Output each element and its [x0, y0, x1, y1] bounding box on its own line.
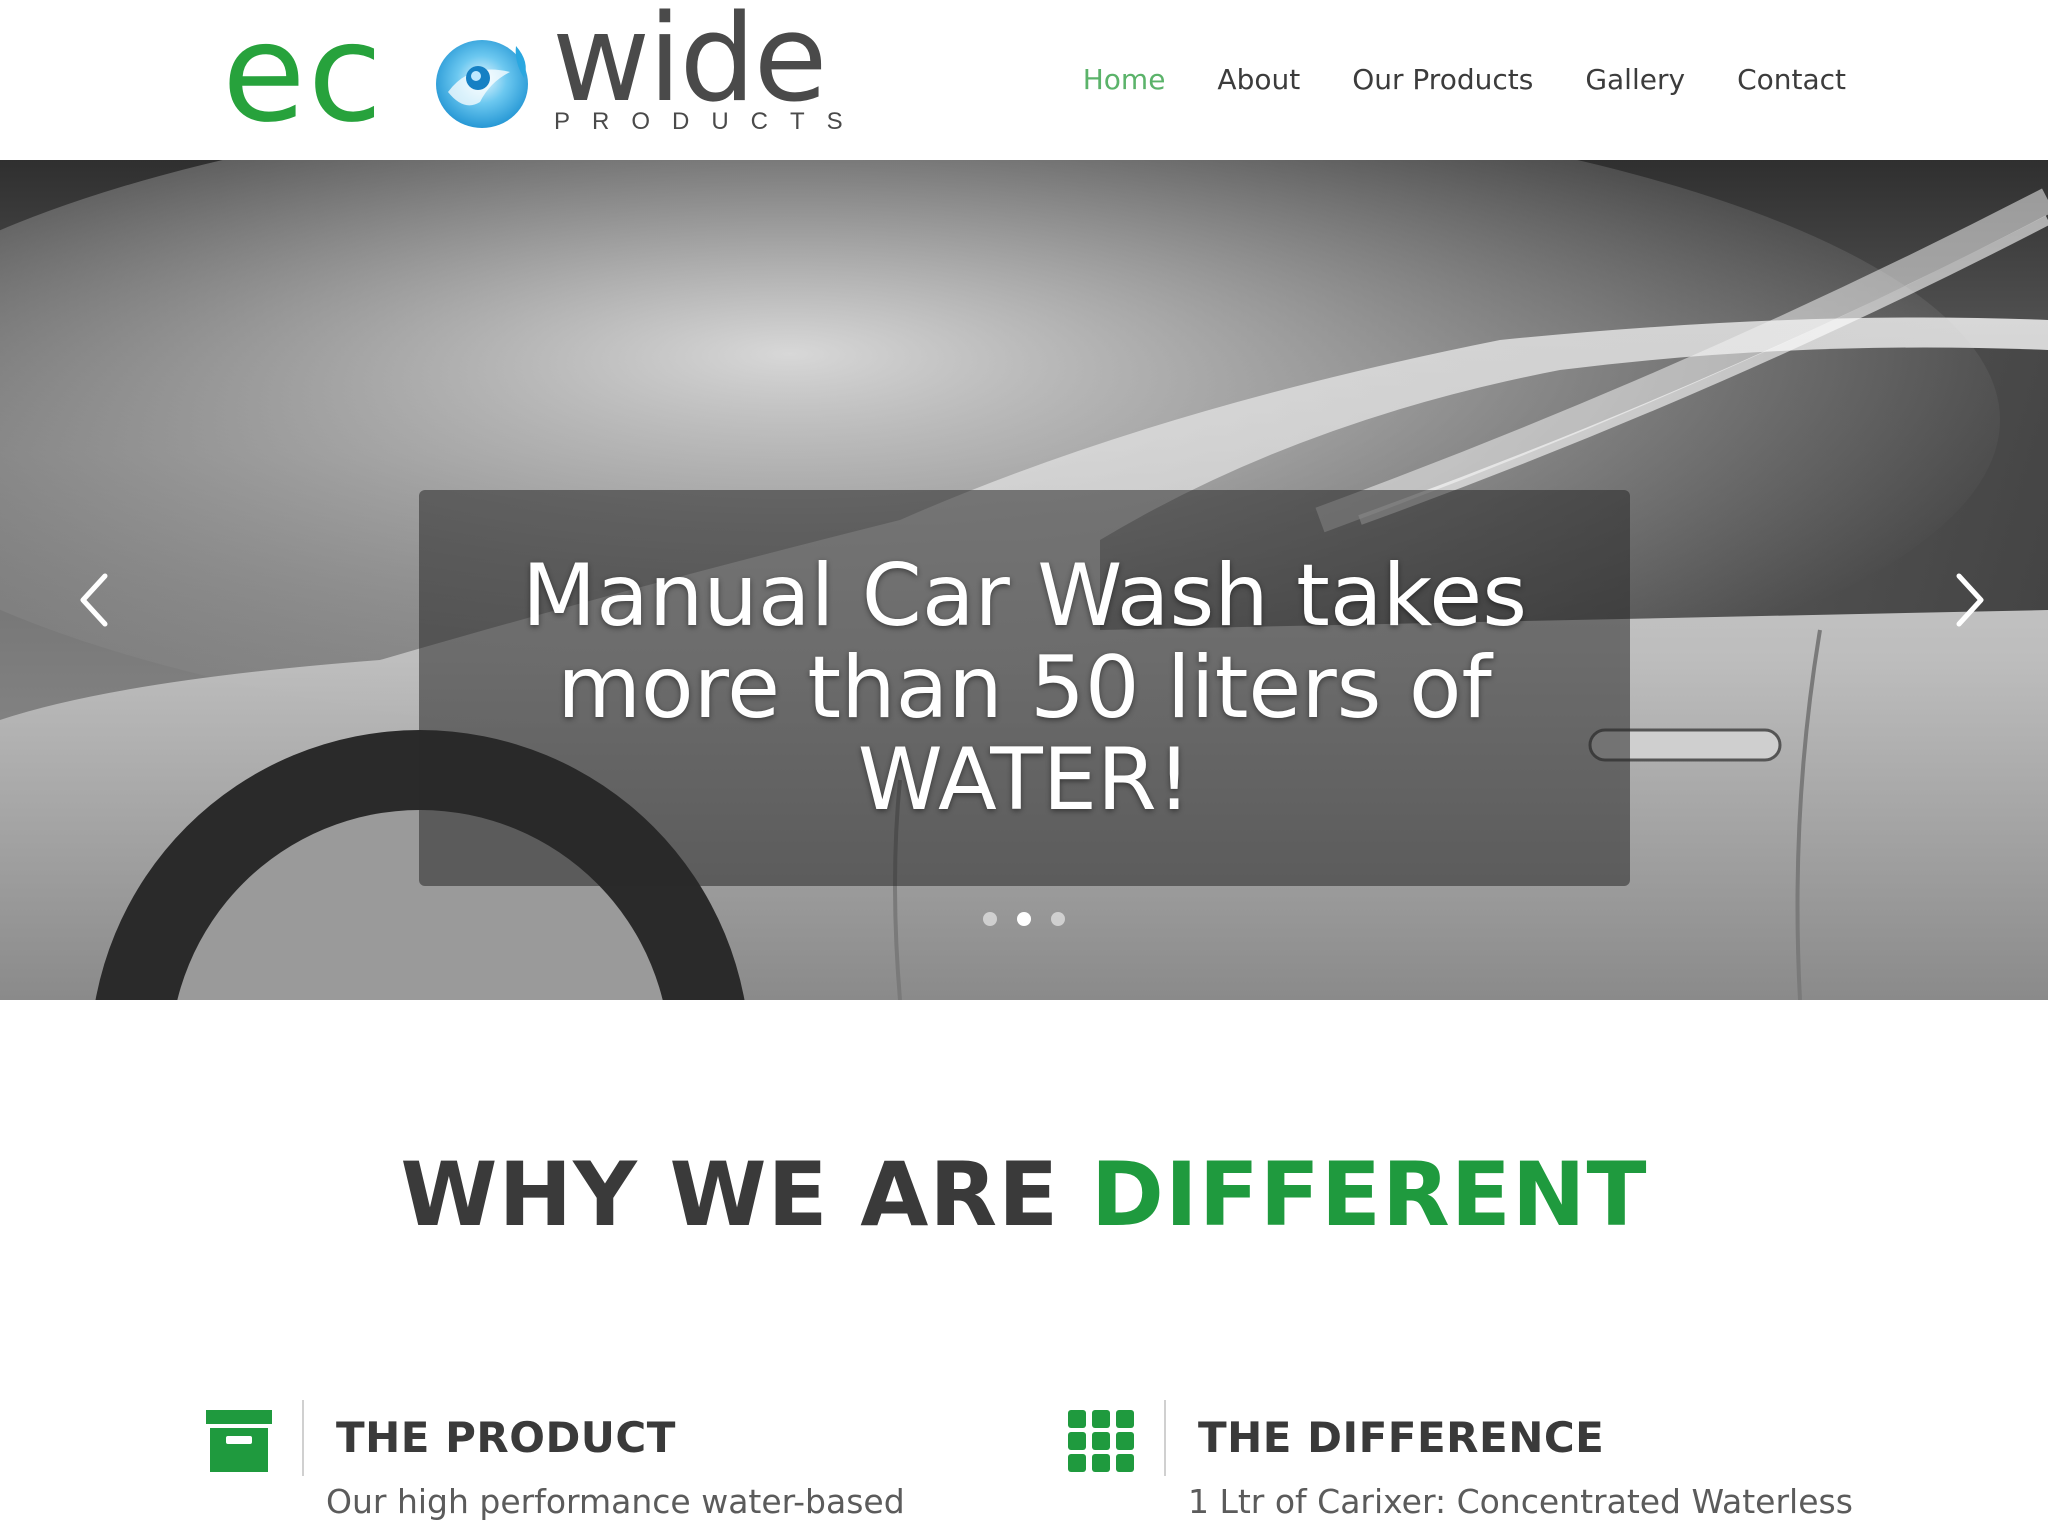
grid-icon — [1068, 1410, 1134, 1472]
section-title: WHY WE ARE DIFFERENT — [0, 1140, 2048, 1250]
slide-caption-text: Manual Car Wash takes more than 50 liter… — [521, 546, 1528, 830]
logo-products-text: PRODUCTS — [554, 108, 865, 135]
section-title-accent: DIFFERENT — [1090, 1143, 1648, 1246]
feature-divider — [302, 1400, 304, 1476]
logo-eco-text: ec — [222, 0, 385, 153]
nav-our-products[interactable]: Our Products — [1352, 58, 1533, 102]
ecowide-logo[interactable]: ec wide PRODUCTS — [222, 0, 843, 142]
water-drop-logo-icon — [436, 40, 528, 128]
feature-divider — [1164, 1400, 1166, 1476]
nav-contact[interactable]: Contact — [1737, 58, 1846, 102]
archive-box-icon — [206, 1410, 272, 1472]
chevron-left-icon — [80, 573, 108, 627]
hero-slider: Manual Car Wash takes more than 50 liter… — [0, 160, 2048, 1000]
slider-dot-2[interactable] — [1017, 912, 1031, 926]
feature-title: THE PRODUCT — [336, 1413, 676, 1462]
slider-dot-1[interactable] — [983, 912, 997, 926]
slider-dot-3[interactable] — [1051, 912, 1065, 926]
section-title-prefix: WHY WE ARE — [400, 1143, 1091, 1246]
nav-home[interactable]: Home — [1083, 58, 1166, 102]
chevron-right-icon — [1956, 573, 1984, 627]
slider-pagination — [0, 912, 2048, 926]
slider-next-button[interactable] — [1940, 560, 2000, 640]
nav-gallery[interactable]: Gallery — [1585, 58, 1685, 102]
slider-prev-button[interactable] — [64, 560, 124, 640]
feature-the-difference: THE DIFFERENCE 1 Ltr of Carixer: Concent… — [1066, 1400, 1966, 1536]
feature-text: Our high performance water-based — [326, 1482, 905, 1521]
logo-wide-text: wide — [552, 0, 827, 129]
slide-caption: Manual Car Wash takes more than 50 liter… — [419, 490, 1630, 886]
main-nav: Home About Our Products Gallery Contact — [1031, 58, 1846, 102]
nav-about[interactable]: About — [1217, 58, 1300, 102]
site-header: ec wide PRODUCTS Home About Our Products… — [0, 0, 2048, 160]
feature-title: THE DIFFERENCE — [1198, 1413, 1605, 1462]
feature-the-product: THE PRODUCT Our high performance water-b… — [204, 1400, 1024, 1536]
feature-text: 1 Ltr of Carixer: Concentrated Waterless — [1188, 1482, 1853, 1521]
